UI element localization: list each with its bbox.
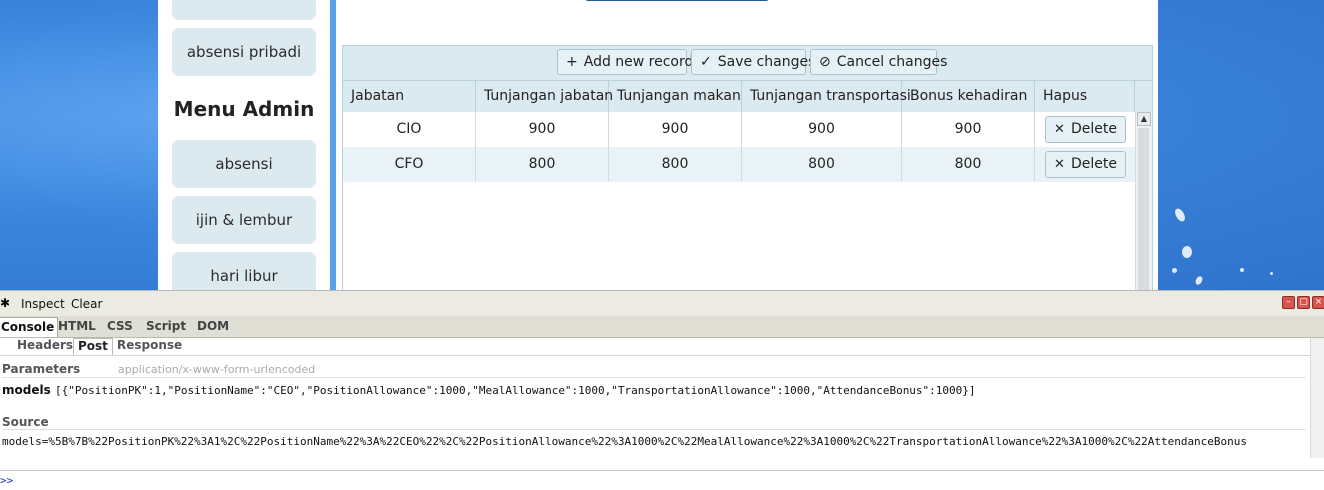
sidebar-item-label: hari libur xyxy=(210,267,278,285)
column-header-tunjangan-jabatan[interactable]: Tunjangan jabatan xyxy=(476,81,613,112)
cell-bonus-kehadiran[interactable]: 800 xyxy=(902,147,1035,182)
wallpaper-decoration xyxy=(1172,268,1177,273)
command-line[interactable]: >> xyxy=(0,470,1324,490)
sidebar-item-label: absensi xyxy=(215,155,273,173)
cell-hapus: ✕ Delete xyxy=(1035,112,1135,147)
sidebar-item-top[interactable] xyxy=(172,0,316,20)
firebug-scrollbar[interactable] xyxy=(1310,338,1324,458)
wallpaper-decoration xyxy=(1173,206,1187,224)
clear-button[interactable]: Clear xyxy=(71,297,102,311)
admin-menu-title: Menu Admin xyxy=(173,97,315,121)
delete-label: Delete xyxy=(1070,121,1117,137)
tab-html[interactable]: HTML xyxy=(58,319,96,333)
sidebar-divider xyxy=(330,0,336,290)
tab-dom[interactable]: DOM xyxy=(197,319,229,333)
plus-icon: + xyxy=(566,54,578,70)
column-header-hapus[interactable]: Hapus xyxy=(1035,81,1135,112)
parameters-label: Parameters xyxy=(2,362,81,376)
top-button-edge[interactable] xyxy=(586,0,768,1)
firebug-panel: ✱ Inspect Clear – ▢ × Console HTML CSS S… xyxy=(0,290,1324,490)
column-header-tunjangan-makan[interactable]: Tunjangan makan xyxy=(609,81,742,112)
cell-tunjangan-transportasi[interactable]: 900 xyxy=(742,112,902,147)
sidebar-item-label: absensi pribadi xyxy=(186,43,302,61)
tab-response[interactable]: Response xyxy=(113,338,186,354)
sidebar-item-ijin-lembur[interactable]: ijin & lembur xyxy=(172,196,316,244)
cell-tunjangan-transportasi[interactable]: 800 xyxy=(742,147,902,182)
tab-script[interactable]: Script xyxy=(146,319,186,333)
minimize-icon[interactable]: – xyxy=(1282,296,1295,309)
sidebar-item-absensi[interactable]: absensi xyxy=(172,140,316,188)
param-name: models xyxy=(2,383,51,397)
scroll-up-icon[interactable]: ▲ xyxy=(1137,112,1151,126)
cancel-changes-label: Cancel changes xyxy=(836,54,948,70)
cell-tunjangan-jabatan[interactable]: 900 xyxy=(476,112,609,147)
cell-tunjangan-makan[interactable]: 800 xyxy=(609,147,742,182)
sidebar-item-absensi-pribadi[interactable]: absensi pribadi xyxy=(172,28,316,76)
cancel-icon: ⊘ xyxy=(819,54,831,70)
tab-post[interactable]: Post xyxy=(73,338,113,355)
cell-jabatan[interactable]: CFO xyxy=(343,147,476,182)
column-header-tunjangan-transportasi[interactable]: Tunjangan transportasi xyxy=(742,81,911,112)
source-container: models=%5B%7B%22PositionPK%22%3A1%2C%22P… xyxy=(0,433,1318,449)
sidebar-item-label: ijin & lembur xyxy=(195,211,293,229)
wallpaper-decoration xyxy=(1182,246,1192,258)
add-record-label: Add new record xyxy=(583,54,694,70)
check-icon: ✓ xyxy=(700,54,712,70)
cell-hapus: ✕ Delete xyxy=(1035,147,1135,182)
tab-headers[interactable]: Headers xyxy=(13,338,77,354)
wallpaper-decoration xyxy=(1270,272,1273,275)
content-type-hint: application/x-www-form-urlencoded xyxy=(118,363,316,376)
delete-button[interactable]: ✕ Delete xyxy=(1045,116,1126,143)
firebug-tabs: Console HTML CSS Script DOM xyxy=(0,316,1324,338)
data-grid: + Add new record ✓ Save changes ⊘ Cancel… xyxy=(342,45,1153,292)
column-header-jabatan[interactable]: Jabatan xyxy=(343,81,476,112)
tab-console[interactable]: Console xyxy=(0,317,59,337)
grid-header: Jabatan Tunjangan jabatan Tunjangan maka… xyxy=(343,81,1152,113)
inspect-button[interactable]: Inspect xyxy=(21,297,65,311)
wallpaper-decoration xyxy=(1240,268,1244,272)
command-prompt: >> xyxy=(0,474,14,487)
save-changes-button[interactable]: ✓ Save changes xyxy=(691,49,815,75)
section-divider xyxy=(2,377,1306,378)
column-header-bonus-kehadiran[interactable]: Bonus kehadiran xyxy=(902,81,1035,112)
grid-toolbar: + Add new record ✓ Save changes ⊘ Cancel… xyxy=(343,46,1152,81)
wallpaper-decoration xyxy=(1194,275,1204,286)
cell-bonus-kehadiran[interactable]: 900 xyxy=(902,112,1035,147)
cell-jabatan[interactable]: CIO xyxy=(343,112,476,147)
save-changes-label: Save changes xyxy=(717,54,816,70)
tab-css[interactable]: CSS xyxy=(107,319,133,333)
param-value: [{"PositionPK":1,"PositionName":"CEO","P… xyxy=(55,384,976,397)
close-icon: ✕ xyxy=(1054,122,1065,137)
sidebar: absensi pribadi Menu Admin absensi ijin … xyxy=(158,0,330,300)
delete-button[interactable]: ✕ Delete xyxy=(1045,151,1126,178)
request-subtabs: Headers Post Response xyxy=(0,338,1310,356)
cell-tunjangan-makan[interactable]: 900 xyxy=(609,112,742,147)
cell-tunjangan-jabatan[interactable]: 800 xyxy=(476,147,609,182)
page-content: absensi pribadi Menu Admin absensi ijin … xyxy=(158,0,1158,300)
table-row: CIO 900 900 900 900 ✕ Delete xyxy=(343,112,1135,147)
source-label: Source xyxy=(2,415,49,429)
add-record-button[interactable]: + Add new record xyxy=(557,49,693,75)
table-row: CFO 800 800 800 800 ✕ Delete xyxy=(343,147,1135,182)
grid-scrollbar[interactable]: ▲ xyxy=(1135,112,1152,291)
section-divider xyxy=(2,429,1306,430)
firebug-toolbar: ✱ Inspect Clear – ▢ × xyxy=(0,290,1324,317)
detach-icon[interactable]: ▢ xyxy=(1297,296,1310,309)
source-value: models=%5B%7B%22PositionPK%22%3A1%2C%22P… xyxy=(2,435,1248,448)
close-icon[interactable]: × xyxy=(1312,296,1324,309)
delete-label: Delete xyxy=(1070,156,1117,172)
cancel-changes-button[interactable]: ⊘ Cancel changes xyxy=(810,49,947,75)
close-icon: ✕ xyxy=(1054,157,1065,172)
scrollbar-thumb[interactable] xyxy=(1138,128,1149,291)
firebug-bug-icon[interactable]: ✱ xyxy=(0,296,10,310)
